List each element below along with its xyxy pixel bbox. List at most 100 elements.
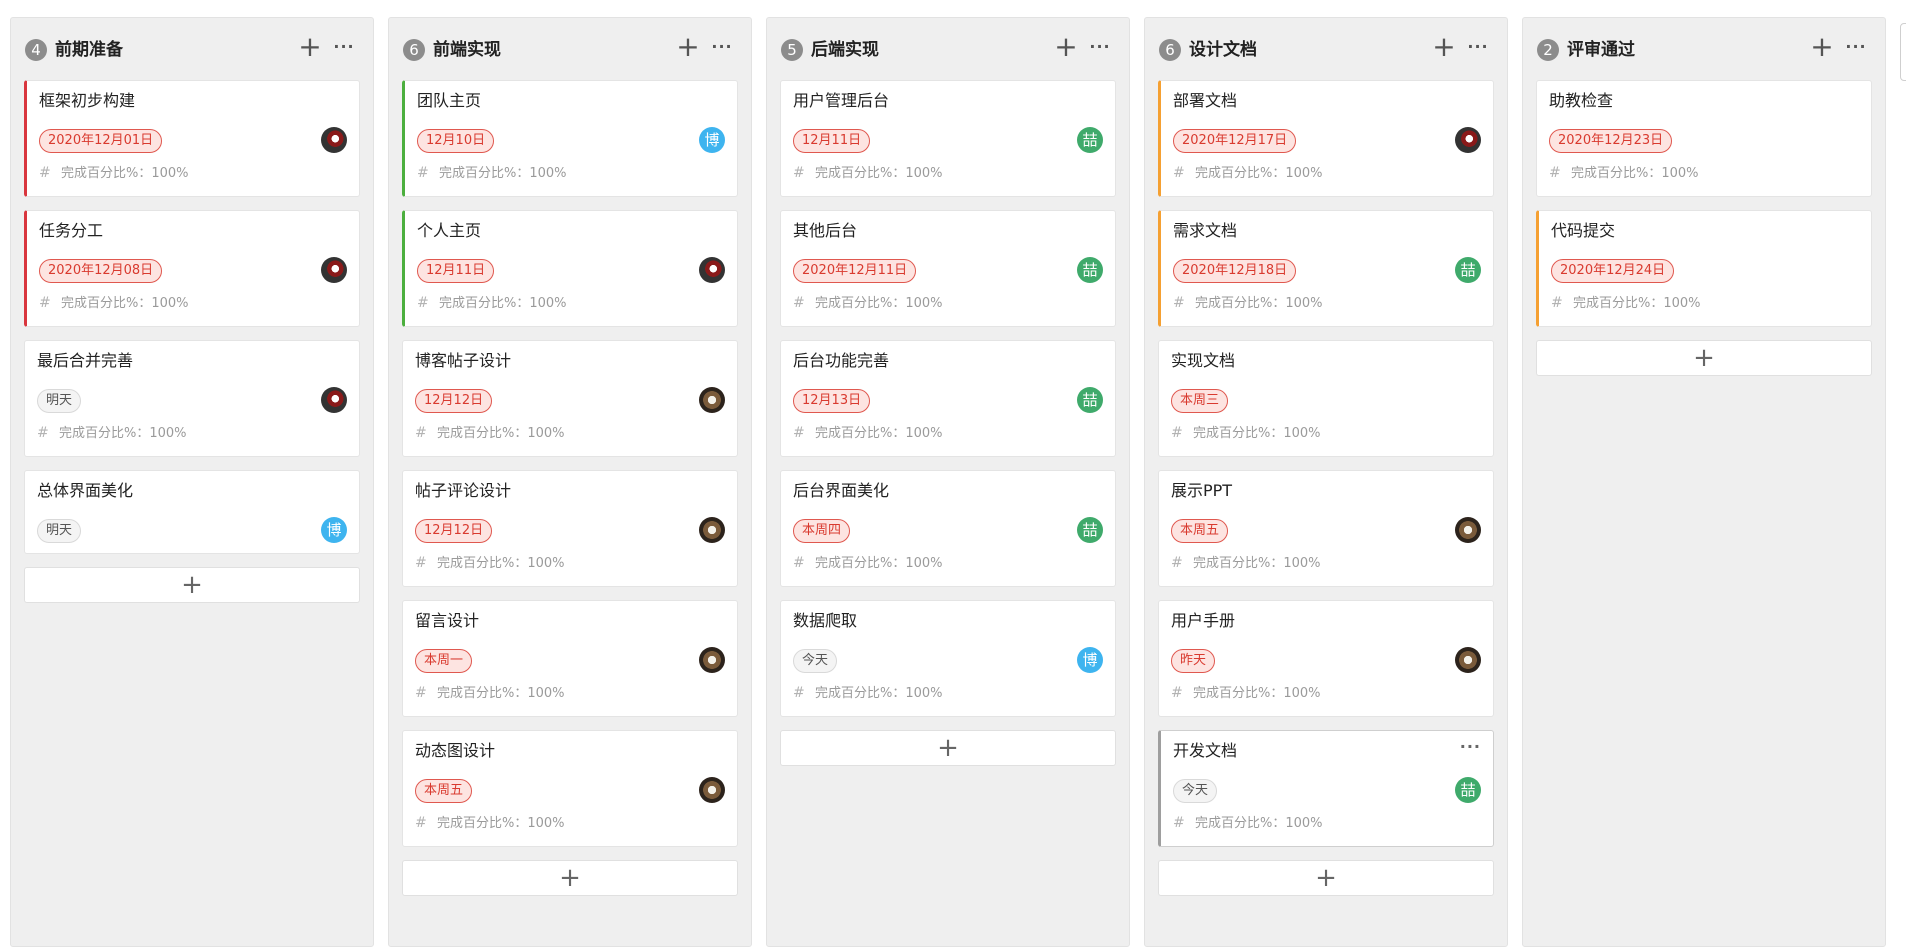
completion-value: 100% [1661,166,1699,181]
card-title: 最后合并完善 [37,351,134,370]
completion-meta: # 完成百分比%：100% [415,684,565,703]
task-card[interactable]: 助教检查 2020年12月23日 # 完成百分比%：100% [1536,80,1872,197]
task-card[interactable]: 其他后台 2020年12月11日 # 完成百分比%：100% 喆 [780,210,1116,327]
more-icon[interactable]: ··· [707,32,737,62]
hash-icon: # [1171,555,1183,571]
kanban-column: 6 设计文档 + ··· 部署文档 2020年12月17日 # 完成百分比%：100% 需求文档… [1144,17,1508,947]
avatar[interactable] [699,777,725,803]
task-card[interactable]: 动态图设计 本周五 # 完成百分比%：100% [402,730,738,847]
avatar[interactable] [321,257,347,283]
card-title: 后台界面美化 [793,481,890,500]
column-header: 4 前期准备 + ··· [11,18,373,78]
column-title: 前端实现 [433,40,501,60]
task-card[interactable]: 数据爬取 今天 # 完成百分比%：100% 博 [780,600,1116,717]
due-date-badge: 2020年12月24日 [1551,259,1675,283]
task-card[interactable]: 任务分工 2020年12月08日 # 完成百分比%：100% [24,210,360,327]
completion-meta: # 完成百分比%：100% [39,294,189,313]
add-card-button[interactable]: + [1158,860,1494,896]
card-title: 部署文档 [1173,91,1238,110]
task-card[interactable]: 团队主页 12月10日 # 完成百分比%：100% 博 [402,80,738,197]
plus-icon[interactable]: + [297,32,323,62]
task-card[interactable]: 用户手册 昨天 # 完成百分比%：100% [1158,600,1494,717]
avatar[interactable]: 喆 [1077,127,1103,153]
avatar[interactable] [1455,517,1481,543]
avatar[interactable] [699,517,725,543]
completion-value: 100% [905,166,943,181]
more-icon[interactable]: ··· [329,32,359,62]
task-card[interactable]: 最后合并完善 明天 # 完成百分比%：100% [24,340,360,457]
due-date-badge: 本周四 [793,519,851,543]
hash-icon: # [39,295,51,311]
plus-icon[interactable]: + [1431,32,1457,62]
card-title: 框架初步构建 [39,91,136,110]
task-card[interactable]: 后台界面美化 本周四 # 完成百分比%：100% 喆 [780,470,1116,587]
hash-icon: # [1171,685,1183,701]
hash-icon: # [1549,165,1561,181]
task-card[interactable]: 个人主页 12月11日 # 完成百分比%：100% [402,210,738,327]
add-card-button[interactable]: + [1536,340,1872,376]
column-header: 2 评审通过 + ··· [1523,18,1885,78]
add-card-button[interactable]: + [402,860,738,896]
due-date-badge: 明天 [37,519,82,543]
card-title: 实现文档 [1171,351,1236,370]
task-card[interactable]: 帖子评论设计 12月12日 # 完成百分比%：100% [402,470,738,587]
avatar[interactable] [699,387,725,413]
completion-meta: # 完成百分比%：100% [1171,684,1321,703]
avatar[interactable]: 喆 [1455,777,1481,803]
scrollbar[interactable] [1900,23,1906,81]
avatar[interactable] [321,127,347,153]
due-date-badge: 本周五 [1171,519,1229,543]
completion-label: 完成百分比%： [815,426,906,441]
avatar[interactable] [699,257,725,283]
hash-icon: # [793,295,805,311]
avatar[interactable] [321,387,347,413]
column-title: 评审通过 [1567,40,1635,60]
card-title: 留言设计 [415,611,480,630]
more-icon[interactable]: ··· [1460,737,1481,756]
avatar[interactable]: 喆 [1077,257,1103,283]
hash-icon: # [417,165,429,181]
completion-value: 100% [527,556,565,571]
more-icon[interactable]: ··· [1463,32,1493,62]
avatar[interactable] [1455,647,1481,673]
task-card[interactable]: 部署文档 2020年12月17日 # 完成百分比%：100% [1158,80,1494,197]
task-card[interactable]: 开发文档 今天 # 完成百分比%：100% 喆 ··· [1158,730,1494,847]
avatar[interactable]: 喆 [1077,387,1103,413]
hash-icon: # [1173,295,1185,311]
task-card[interactable]: 需求文档 2020年12月18日 # 完成百分比%：100% 喆 [1158,210,1494,327]
hash-icon: # [37,425,49,441]
avatar[interactable]: 喆 [1455,257,1481,283]
avatar[interactable] [699,647,725,673]
task-card[interactable]: 展示PPT 本周五 # 完成百分比%：100% [1158,470,1494,587]
task-card[interactable]: 总体界面美化 明天 博 [24,470,360,554]
more-icon[interactable]: ··· [1841,32,1871,62]
card-title: 用户管理后台 [793,91,890,110]
avatar[interactable]: 博 [321,517,347,543]
add-card-button[interactable]: + [24,567,360,603]
task-card[interactable]: 代码提交 2020年12月24日 # 完成百分比%：100% [1536,210,1872,327]
task-card[interactable]: 实现文档 本周三 # 完成百分比%：100% [1158,340,1494,457]
task-card[interactable]: 留言设计 本周一 # 完成百分比%：100% [402,600,738,717]
plus-icon[interactable]: + [1053,32,1079,62]
task-card[interactable]: 后台功能完善 12月13日 # 完成百分比%：100% 喆 [780,340,1116,457]
task-card[interactable]: 框架初步构建 2020年12月01日 # 完成百分比%：100% [24,80,360,197]
task-card[interactable]: 用户管理后台 12月11日 # 完成百分比%：100% 喆 [780,80,1116,197]
hash-icon: # [793,165,805,181]
hash-icon: # [415,815,427,831]
completion-meta: # 完成百分比%：100% [417,294,567,313]
card-list: 框架初步构建 2020年12月01日 # 完成百分比%：100% 任务分工 2020年12… [24,80,360,603]
add-card-button[interactable]: + [780,730,1116,766]
hash-icon: # [793,555,805,571]
task-card[interactable]: 博客帖子设计 12月12日 # 完成百分比%：100% [402,340,738,457]
avatar[interactable]: 喆 [1077,517,1103,543]
plus-icon[interactable]: + [675,32,701,62]
avatar[interactable]: 博 [1077,647,1103,673]
more-icon[interactable]: ··· [1085,32,1115,62]
completion-value: 100% [1663,296,1701,311]
plus-icon[interactable]: + [1809,32,1835,62]
avatar[interactable]: 博 [699,127,725,153]
completion-label: 完成百分比%： [437,426,528,441]
avatar[interactable] [1455,127,1481,153]
due-date-badge: 昨天 [1171,649,1216,673]
completion-value: 100% [1283,426,1321,441]
